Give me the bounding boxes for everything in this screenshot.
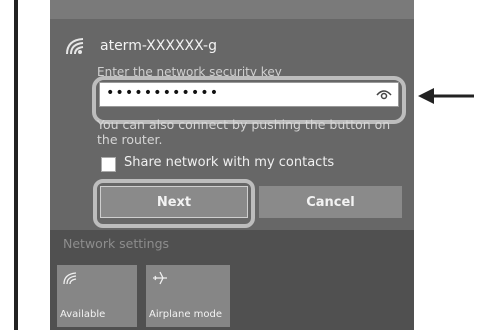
pointer-arrow-icon: [418, 88, 474, 104]
wifi-signal-icon: [66, 38, 84, 55]
quick-action-label: Available: [60, 309, 106, 320]
network-item-expanded: aterm-XXXXXX-g Enter the network securit…: [50, 19, 414, 230]
quick-action-label: Airplane mode: [149, 309, 223, 320]
flyout-top-strip: [50, 0, 414, 19]
share-contacts-checkbox[interactable]: [101, 157, 116, 172]
reveal-password-icon[interactable]: [376, 88, 392, 102]
wps-help-text: You can also connect by pushing the butt…: [97, 117, 391, 147]
next-button[interactable]: Next: [100, 186, 248, 218]
airplane-icon: [153, 271, 167, 285]
network-flyout: aterm-XXXXXX-g Enter the network securit…: [50, 0, 414, 330]
cancel-button[interactable]: Cancel: [259, 186, 402, 218]
left-divider-line: [14, 0, 18, 330]
quick-action-available[interactable]: Available: [57, 265, 137, 327]
network-settings-link[interactable]: Network settings: [63, 236, 169, 251]
security-key-input[interactable]: ••••••••••••: [99, 82, 399, 107]
network-ssid: aterm-XXXXXX-g: [100, 38, 217, 54]
wifi-icon: [63, 272, 77, 285]
password-mask: ••••••••••••: [106, 85, 220, 101]
share-contacts-label: Share network with my contacts: [124, 155, 335, 170]
quick-action-airplane-mode[interactable]: Airplane mode: [146, 265, 230, 327]
